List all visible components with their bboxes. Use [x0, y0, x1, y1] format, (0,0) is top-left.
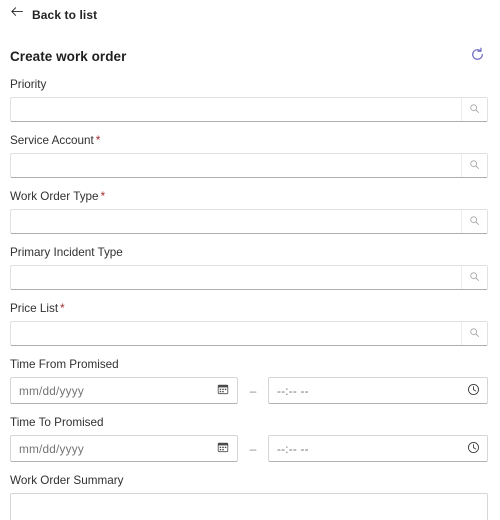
required-marker: * [95, 135, 101, 147]
label-text: Work Order Type [10, 190, 99, 203]
label-text: Primary Incident Type [10, 246, 123, 259]
priority-search-button[interactable] [461, 98, 487, 121]
clock-icon [467, 441, 480, 457]
field-label-time-from-promised: Time From Promised [10, 357, 488, 373]
price-list-input[interactable] [11, 322, 461, 345]
field-time-from-promised: Time From Promised mm/dd/yyyy – --:-- -- [10, 357, 488, 404]
lookup-service-account[interactable] [10, 153, 488, 178]
service-account-search-button[interactable] [461, 154, 487, 177]
search-icon [469, 270, 480, 285]
back-to-list-label: Back to list [32, 7, 98, 22]
field-label-price-list: Price List * [10, 301, 488, 317]
field-primary-incident-type: Primary Incident Type [10, 245, 488, 290]
lookup-price-list[interactable] [10, 321, 488, 346]
refresh-icon [470, 47, 485, 65]
time-from-promised-clock-button[interactable] [459, 378, 487, 403]
field-price-list: Price List * [10, 301, 488, 346]
calendar-icon [217, 383, 229, 398]
required-marker: * [100, 191, 106, 203]
search-icon [469, 158, 480, 173]
field-priority: Priority [10, 77, 488, 122]
clock-icon [467, 383, 480, 399]
label-text: Work Order Summary [10, 474, 124, 487]
primary-incident-type-input[interactable] [11, 266, 461, 289]
time-from-promised-date[interactable] [10, 377, 238, 404]
primary-incident-type-search-button[interactable] [461, 266, 487, 289]
time-from-promised-time-input[interactable] [269, 378, 459, 403]
time-from-promised-date-input[interactable] [11, 378, 209, 403]
search-icon [469, 102, 480, 117]
label-text: Time To Promised [10, 416, 104, 429]
field-service-account: Service Account * [10, 133, 488, 178]
time-to-promised-clock-button[interactable] [459, 436, 487, 461]
search-icon [469, 214, 480, 229]
time-to-promised-time-input[interactable] [269, 436, 459, 461]
time-to-promised-date-input[interactable] [11, 436, 209, 461]
field-label-work-order-summary: Work Order Summary [10, 473, 488, 489]
field-label-work-order-type: Work Order Type * [10, 189, 488, 205]
datetime-range-separator: – [249, 441, 257, 456]
calendar-icon [217, 441, 229, 456]
page-header: Create work order [10, 45, 488, 67]
time-to-promised-calendar-button[interactable] [209, 436, 237, 461]
field-time-to-promised: Time To Promised mm/dd/yyyy – --:-- -- [10, 415, 488, 462]
work-order-type-input[interactable] [11, 210, 461, 233]
service-account-input[interactable] [11, 154, 461, 177]
required-marker: * [60, 303, 65, 315]
field-label-time-to-promised: Time To Promised [10, 415, 488, 431]
lookup-primary-incident-type[interactable] [10, 265, 488, 290]
time-from-promised-calendar-button[interactable] [209, 378, 237, 403]
priority-input[interactable] [11, 98, 461, 121]
arrow-left-icon [10, 5, 24, 24]
label-text: Priority [10, 78, 47, 91]
back-to-list-button[interactable]: Back to list [0, 0, 97, 24]
field-work-order-type: Work Order Type * [10, 189, 488, 234]
page-title: Create work order [10, 48, 127, 64]
time-to-promised-time[interactable] [268, 435, 488, 462]
work-order-type-search-button[interactable] [461, 210, 487, 233]
field-label-primary-incident-type: Primary Incident Type [10, 245, 488, 261]
search-icon [469, 326, 480, 341]
field-label-priority: Priority [10, 77, 488, 93]
label-text: Price List [10, 302, 59, 315]
lookup-work-order-type[interactable] [10, 209, 488, 234]
create-work-order-page: Back to list Create work order Priority [0, 0, 500, 520]
work-order-summary-textarea[interactable] [10, 493, 488, 520]
price-list-search-button[interactable] [461, 322, 487, 345]
field-work-order-summary: Work Order Summary [10, 473, 488, 520]
refresh-icon-button[interactable] [466, 45, 488, 67]
label-text: Time From Promised [10, 358, 119, 371]
time-to-promised-date[interactable] [10, 435, 238, 462]
field-label-service-account: Service Account * [10, 133, 488, 149]
time-to-promised-row: – [10, 435, 488, 462]
lookup-priority[interactable] [10, 97, 488, 122]
time-from-promised-time[interactable] [268, 377, 488, 404]
datetime-range-separator: – [249, 383, 257, 398]
time-from-promised-row: – [10, 377, 488, 404]
work-order-form: Priority Service Account * Work Order Ty… [10, 77, 488, 520]
label-text: Service Account [10, 134, 94, 147]
